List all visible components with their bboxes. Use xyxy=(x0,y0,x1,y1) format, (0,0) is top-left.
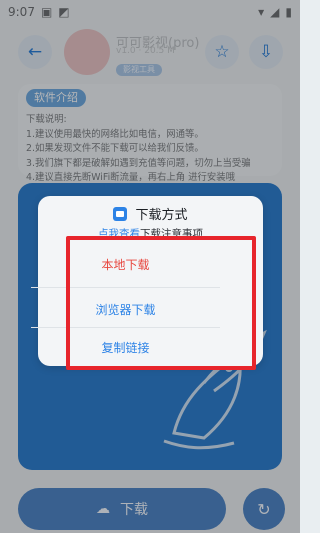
dialog-title-text: 下载方式 xyxy=(135,208,188,223)
highlight-box xyxy=(66,236,256,370)
cube-icon xyxy=(116,210,125,217)
dialog-title: 下载方式 xyxy=(38,204,263,223)
app-icon xyxy=(113,206,128,221)
